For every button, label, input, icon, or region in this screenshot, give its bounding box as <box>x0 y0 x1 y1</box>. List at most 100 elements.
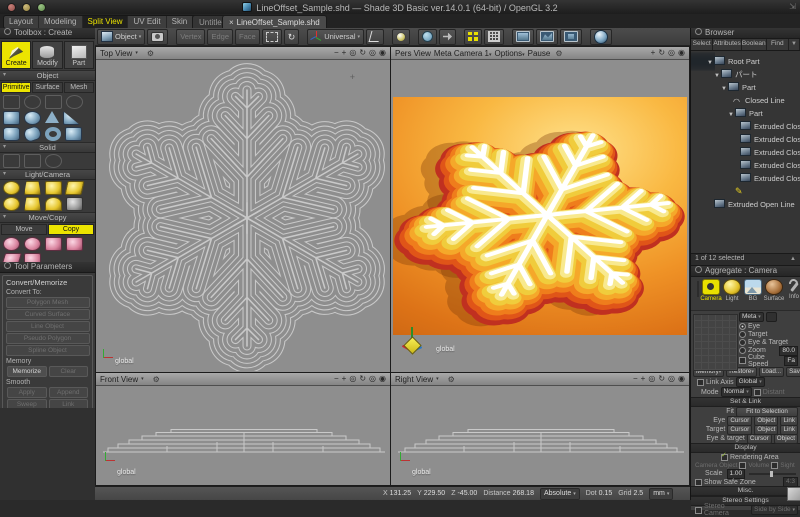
display-wireframe-button[interactable] <box>512 29 534 45</box>
eye-icon[interactable]: ◉ <box>678 374 685 384</box>
misc-section-header[interactable]: Misc. <box>691 486 800 496</box>
translate-tool-icon[interactable] <box>3 237 20 251</box>
solid-intersect-icon[interactable] <box>45 154 62 168</box>
tree-item-extruded-open-line[interactable]: Extruded Open Line <box>705 198 800 211</box>
display-section-header[interactable]: Display <box>691 443 800 453</box>
move-copy-section-header[interactable]: Move/Copy <box>0 212 95 223</box>
object-mode-button[interactable]: Object▾ <box>97 29 145 45</box>
magnifier-icon[interactable]: ◎ <box>349 374 356 384</box>
tab-layout[interactable]: Layout <box>4 16 39 28</box>
tab-skin[interactable]: Skin <box>167 16 194 28</box>
top-view-canvas[interactable]: + global <box>97 60 389 371</box>
window-resize-grip[interactable] <box>787 487 800 501</box>
wedge-tool-icon[interactable] <box>63 111 80 125</box>
link-axis-checkbox[interactable] <box>697 379 704 386</box>
top-view-header[interactable]: Top View▾ ⚙ −+◎ ↻◎◉ <box>96 47 390 60</box>
browser-tab-find[interactable]: Find <box>767 39 789 50</box>
camera-mode-button[interactable] <box>147 29 168 45</box>
right-view-header[interactable]: Right View▾ ⚙ −+◎ ↻◎◉ <box>391 373 689 386</box>
zoom-in-icon[interactable]: + <box>342 48 347 58</box>
four-view-layout-button[interactable] <box>464 29 482 45</box>
rotate-view-button[interactable]: ↻ <box>284 29 300 45</box>
expand-arrow-icon[interactable]: ▼ <box>721 86 727 92</box>
tree-item-closed-line[interactable]: ◠Closed Line <box>705 94 800 107</box>
tree-item-extruded-closed[interactable]: Extruded Closed <box>705 120 800 133</box>
aggregate-tab-bg[interactable]: BG <box>744 279 762 302</box>
scale-value-field[interactable]: 1.00 <box>727 469 746 479</box>
cube-speed-checkbox[interactable] <box>739 357 746 364</box>
volume-checkbox[interactable] <box>739 462 746 469</box>
eye-icon[interactable]: ◉ <box>379 48 386 58</box>
pers-options-menu[interactable]: Options▾ <box>495 49 525 58</box>
light-tool-button[interactable] <box>392 29 410 45</box>
meta-dropdown[interactable]: Meta ▾ <box>739 312 764 322</box>
solid-subtract-icon[interactable] <box>24 154 41 168</box>
cone-tool-icon[interactable] <box>45 111 59 123</box>
light-camera-section-header[interactable]: Light/Camera <box>0 169 95 180</box>
display-texture-button[interactable] <box>560 29 582 45</box>
skeleton-tool-button[interactable] <box>366 29 384 45</box>
marquee-select-button[interactable] <box>262 29 282 45</box>
stereo-camera-checkbox[interactable] <box>695 507 702 514</box>
clear-button[interactable]: Clear <box>49 366 89 377</box>
load-button[interactable]: Load... <box>759 367 784 377</box>
pers-view-canvas[interactable]: global <box>392 60 688 371</box>
zoom-tool-icon[interactable]: ◎ <box>668 374 675 384</box>
zoom-tool-icon[interactable]: ◎ <box>369 48 376 58</box>
coordinate-space-label[interactable]: global <box>436 346 455 353</box>
rect-tool-icon[interactable] <box>45 95 62 109</box>
mode-dropdown[interactable]: Normal ▾ <box>721 387 752 397</box>
smooth-append-button[interactable]: Append <box>49 387 89 398</box>
viewport-top[interactable]: Top View▾ ⚙ −+◎ ↻◎◉ <box>95 46 391 373</box>
rotate-tool-icon[interactable] <box>24 237 41 251</box>
orbit-icon[interactable]: ↻ <box>359 374 366 384</box>
coordinate-space-label[interactable]: global <box>117 469 136 476</box>
pers-pause-button[interactable]: Pause <box>528 49 551 58</box>
eye-icon[interactable]: ◉ <box>379 374 386 384</box>
sphere-tool-icon[interactable] <box>24 111 41 125</box>
grid-toggle-button[interactable] <box>484 29 504 45</box>
zoom-radio[interactable] <box>739 347 746 354</box>
pie-tool-icon[interactable] <box>3 95 20 109</box>
convert-curved-surface-button[interactable]: Curved Surface <box>6 309 90 320</box>
show-safe-zone-checkbox[interactable] <box>695 479 702 486</box>
distant-light-icon[interactable] <box>45 181 62 195</box>
front-view-header[interactable]: Front View▾ ⚙ −+◎ ↻◎◉ <box>96 373 390 386</box>
coordinate-space-label[interactable]: global <box>412 469 431 476</box>
distant-checkbox[interactable] <box>754 389 761 396</box>
eye-target-cursor-button[interactable]: Cursor <box>747 434 772 444</box>
orbit-icon[interactable]: ↻ <box>658 374 665 384</box>
fullscreen-icon[interactable]: ⇲ <box>789 2 796 11</box>
environment-button[interactable] <box>418 29 437 45</box>
smooth-apply-button[interactable]: Apply <box>7 387 47 398</box>
render-button[interactable] <box>590 29 612 45</box>
expand-arrow-icon[interactable]: ▼ <box>707 60 713 66</box>
convert-polygon-mesh-button[interactable]: Polygon Mesh <box>6 297 90 308</box>
cylinder-tool-icon[interactable] <box>3 127 20 141</box>
linear-light-icon[interactable] <box>3 197 20 211</box>
magnifier-icon[interactable]: ◎ <box>648 374 655 384</box>
part-mode-button[interactable]: Part <box>64 41 94 69</box>
tab-modeling[interactable]: Modeling <box>39 16 82 28</box>
object-section-header[interactable]: Object <box>0 70 95 81</box>
tree-item-part-jp[interactable]: ▼パート <box>705 68 800 81</box>
zoom-out-icon[interactable]: − <box>334 48 339 58</box>
create-mode-button[interactable]: Create <box>1 41 31 69</box>
tree-item-extruded-closed[interactable]: Extruded Closed <box>705 146 800 159</box>
gear-icon[interactable]: ⚙ <box>153 375 160 384</box>
zoom-out-icon[interactable]: − <box>334 374 339 384</box>
memorize-button[interactable]: Memorize <box>7 366 47 377</box>
solid-union-icon[interactable] <box>3 154 20 168</box>
right-view-canvas[interactable]: global <box>392 386 688 484</box>
circle-tool-icon[interactable] <box>66 95 83 109</box>
tree-item-extruded-closed[interactable]: Extruded Closed <box>705 172 800 185</box>
tree-item-extruded-closed[interactable]: Extruded Closed <box>705 133 800 146</box>
filter-funnel-icon[interactable]: ▼ <box>789 39 800 50</box>
coordinate-mode-dropdown[interactable]: Absolute ▾ <box>540 488 580 500</box>
edge-mode-button[interactable]: Edge <box>207 29 233 45</box>
tree-item-extruded-closed[interactable]: Extruded Closed <box>705 159 800 172</box>
aggregate-tab-camera[interactable]: Camera <box>702 279 720 302</box>
magnifier-icon[interactable]: ◎ <box>668 48 675 58</box>
camera-object-icon[interactable] <box>66 197 83 211</box>
share-button[interactable] <box>439 29 456 45</box>
